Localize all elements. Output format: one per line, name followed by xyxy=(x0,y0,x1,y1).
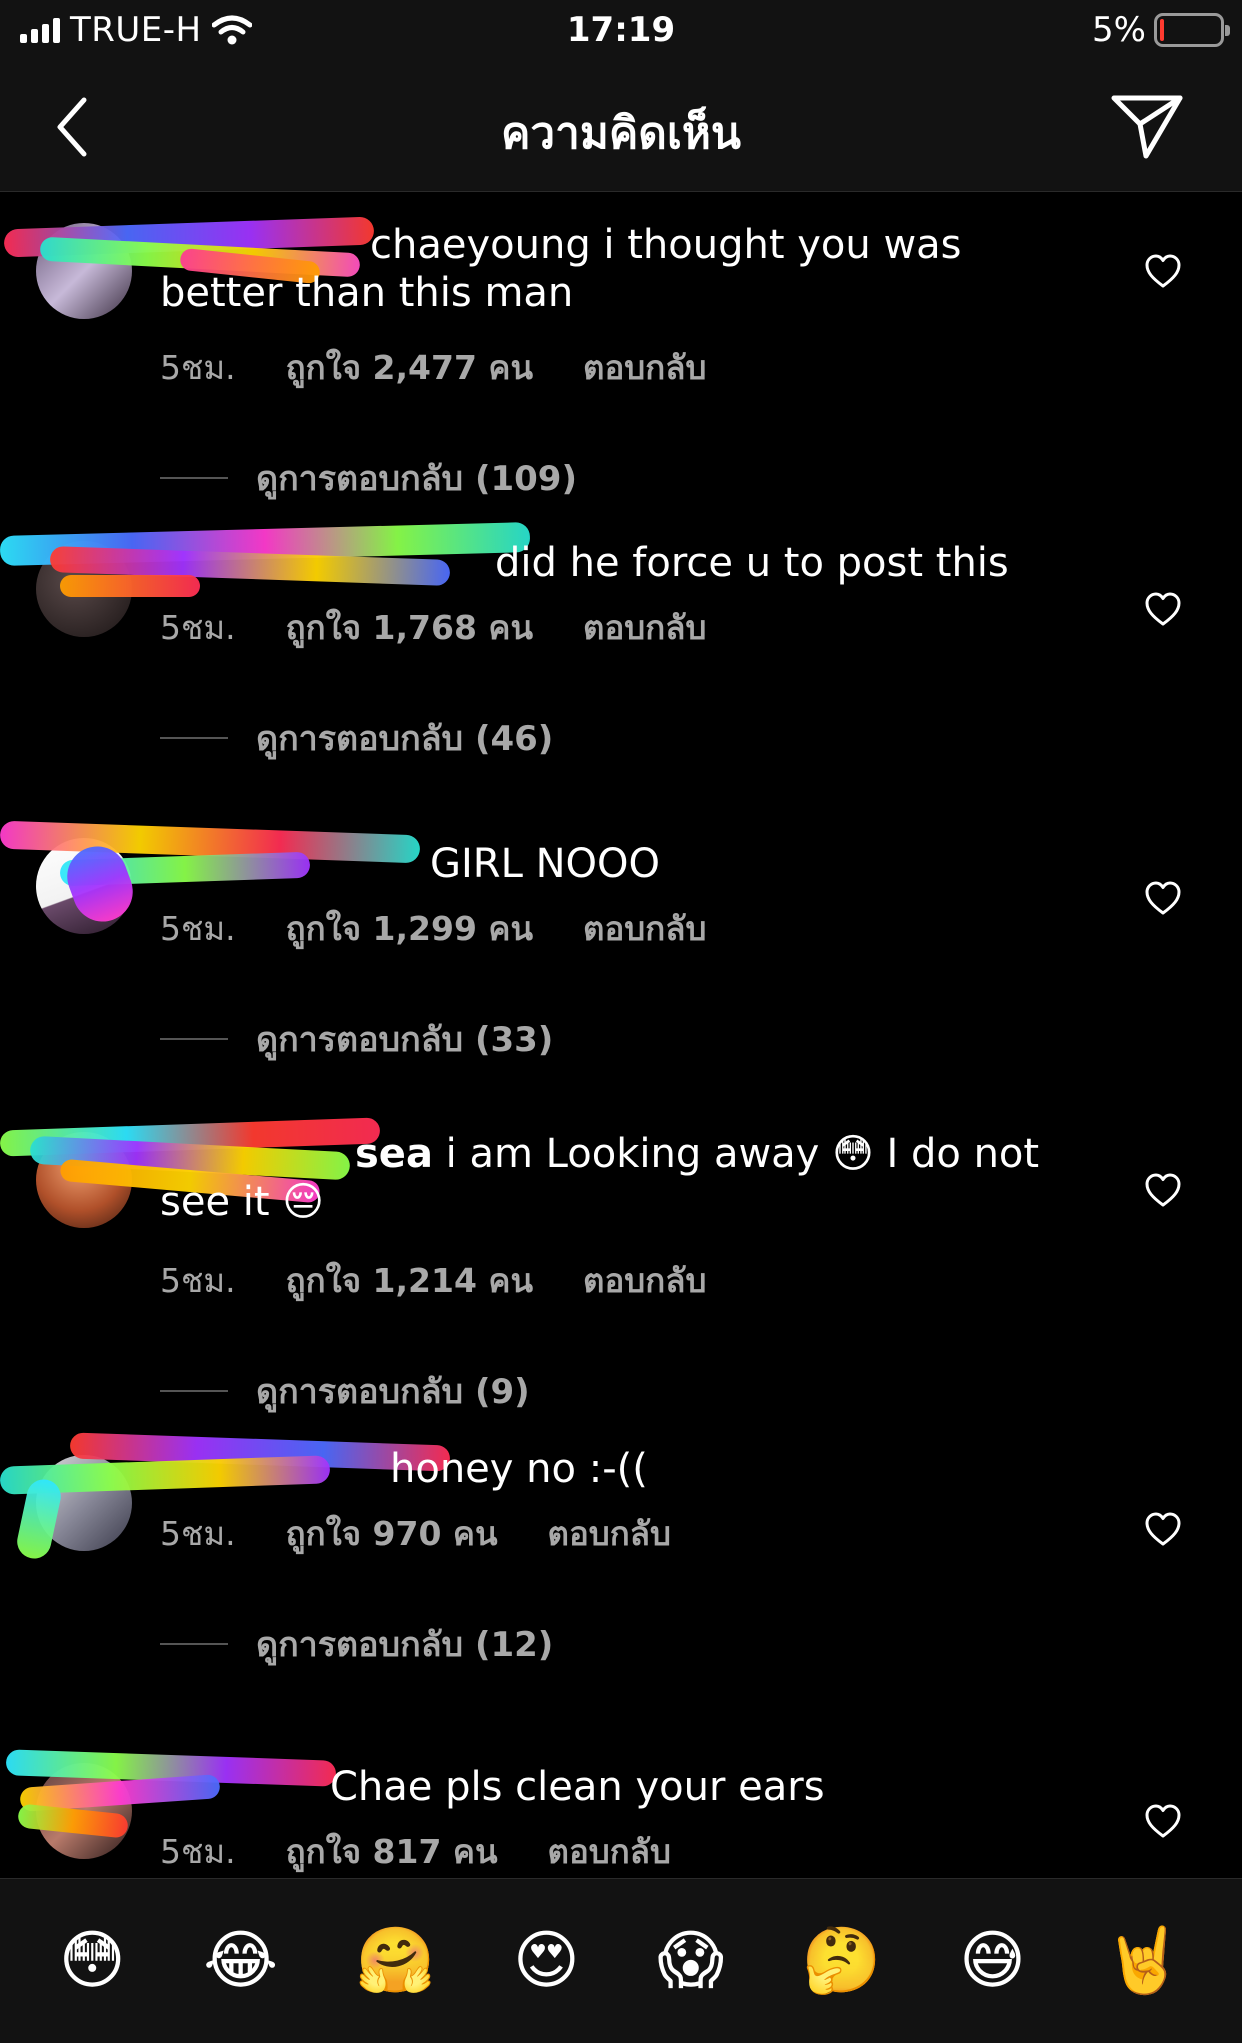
divider-line xyxy=(160,1643,228,1645)
divider-line xyxy=(160,1390,228,1392)
emoji-flushed[interactable]: 😳 xyxy=(59,1929,126,1993)
comment-likes[interactable]: ถูกใจ 817 คน xyxy=(286,1825,498,1878)
view-replies-label: ดูการตอบกลับ (12) xyxy=(256,1625,554,1665)
heart-icon[interactable] xyxy=(1144,880,1182,916)
comment-meta: 5ชม. ถูกใจ 1,299 คน ตอบกลับ xyxy=(160,902,706,955)
view-replies-button[interactable]: ดูการตอบกลับ (33) xyxy=(160,1012,553,1066)
comment-body: did he force u to post this xyxy=(495,540,1009,586)
status-time: 17:19 xyxy=(566,10,676,50)
comment-meta: 5ชม. ถูกใจ 817 คน ตอบกลับ xyxy=(160,1825,671,1878)
heart-icon[interactable] xyxy=(1144,1803,1182,1839)
comment-text: did he force u to post this xyxy=(160,539,1090,587)
reply-button[interactable]: ตอบกลับ xyxy=(583,1254,706,1307)
comment-text: sea i am Looking away 😳 I do not see it … xyxy=(160,1130,1090,1226)
reply-button[interactable]: ตอบกลับ xyxy=(583,601,706,654)
comment-text: GIRL NOOO xyxy=(160,840,1090,888)
comment-time: 5ชม. xyxy=(160,909,236,948)
comment-meta: 5ชม. ถูกใจ 2,477 คน ตอบกลับ xyxy=(160,341,706,394)
comment-text: Chae pls clean your ears xyxy=(160,1763,1090,1811)
comment-meta: 5ชม. ถูกใจ 1,768 คน ตอบกลับ xyxy=(160,601,706,654)
status-bar: TRUE-H 17:19 5% xyxy=(0,0,1242,62)
comment-likes[interactable]: ถูกใจ 2,477 คน xyxy=(286,341,533,394)
battery-icon xyxy=(1154,13,1230,47)
comment-text: chaeyoung i thought you was better than … xyxy=(160,221,1090,317)
view-replies-label: ดูการตอบกลับ (9) xyxy=(256,1372,530,1412)
divider-line xyxy=(160,737,228,739)
view-replies-label: ดูการตอบกลับ (109) xyxy=(256,459,577,499)
comment-body: chaeyoung i thought you was better than … xyxy=(160,222,962,316)
comment-text: honey no :-(( xyxy=(160,1445,1090,1493)
reply-button[interactable]: ตอบกลับ xyxy=(548,1507,671,1560)
emoji-heart-eyes[interactable]: 😍 xyxy=(513,1929,580,1993)
divider-line xyxy=(160,1038,228,1040)
view-replies-button[interactable]: ดูการตอบกลับ (12) xyxy=(160,1617,553,1671)
heart-icon[interactable] xyxy=(1144,253,1182,289)
emoji-hugging[interactable]: 🤗 xyxy=(356,1929,436,1993)
heart-icon[interactable] xyxy=(1144,1172,1182,1208)
comments-feed[interactable]: chaeyoung i thought you was better than … xyxy=(0,193,1242,1878)
emoji-reaction-bar: 😳 😂 🤗 😍 😱 🤔 😅 🤘 xyxy=(0,1878,1242,2043)
reply-button[interactable]: ตอบกลับ xyxy=(583,341,706,394)
comment-meta: 5ชม. ถูกใจ 1,214 คน ตอบกลับ xyxy=(160,1254,706,1307)
emoji-scream[interactable]: 😱 xyxy=(657,1929,724,1993)
comment-meta: 5ชม. ถูกใจ 970 คน ตอบกลับ xyxy=(160,1507,671,1560)
view-replies-label: ดูการตอบกลับ (33) xyxy=(256,1020,554,1060)
emoji-thinking[interactable]: 🤔 xyxy=(802,1929,882,1993)
status-right: 5% xyxy=(1092,10,1230,50)
comment-body: Chae pls clean your ears xyxy=(330,1764,825,1810)
comment-body: honey no :-(( xyxy=(390,1446,648,1492)
divider-line xyxy=(160,477,228,479)
comment-likes[interactable]: ถูกใจ 1,214 คน xyxy=(286,1254,533,1307)
comment-username[interactable]: sea xyxy=(355,1131,433,1177)
send-icon[interactable] xyxy=(1110,88,1184,162)
heart-icon[interactable] xyxy=(1144,591,1182,627)
comment-likes[interactable]: ถูกใจ 1,768 คน xyxy=(286,601,533,654)
comment-time: 5ชม. xyxy=(160,1261,236,1300)
comment-time: 5ชม. xyxy=(160,1514,236,1553)
nav-bar: ความคิดเห็น xyxy=(0,62,1242,192)
emoji-joy[interactable]: 😂 xyxy=(203,1929,278,1993)
comment-time: 5ชม. xyxy=(160,1832,236,1871)
emoji-rock-on[interactable]: 🤘 xyxy=(1103,1929,1183,1993)
reply-button[interactable]: ตอบกลับ xyxy=(548,1825,671,1878)
comment-likes[interactable]: ถูกใจ 970 คน xyxy=(286,1507,498,1560)
page-title: ความคิดเห็น xyxy=(501,108,741,159)
view-replies-button[interactable]: ดูการตอบกลับ (109) xyxy=(160,451,577,505)
comment-body: i am Looking away 😳 I do not see it 😔 xyxy=(160,1131,1040,1225)
view-replies-label: ดูการตอบกลับ (46) xyxy=(256,719,554,759)
view-replies-button[interactable]: ดูการตอบกลับ (46) xyxy=(160,711,553,765)
battery-percent: 5% xyxy=(1092,10,1146,50)
comment-time: 5ชม. xyxy=(160,608,236,647)
view-replies-button[interactable]: ดูการตอบกลับ (9) xyxy=(160,1364,530,1418)
battery-fill xyxy=(1160,19,1164,41)
emoji-sweat-smile[interactable]: 😅 xyxy=(959,1929,1026,1993)
reply-button[interactable]: ตอบกลับ xyxy=(583,902,706,955)
comment-likes[interactable]: ถูกใจ 1,299 คน xyxy=(286,902,533,955)
comment-body: GIRL NOOO xyxy=(430,841,660,887)
heart-icon[interactable] xyxy=(1144,1511,1182,1547)
comment-time: 5ชม. xyxy=(160,348,236,387)
